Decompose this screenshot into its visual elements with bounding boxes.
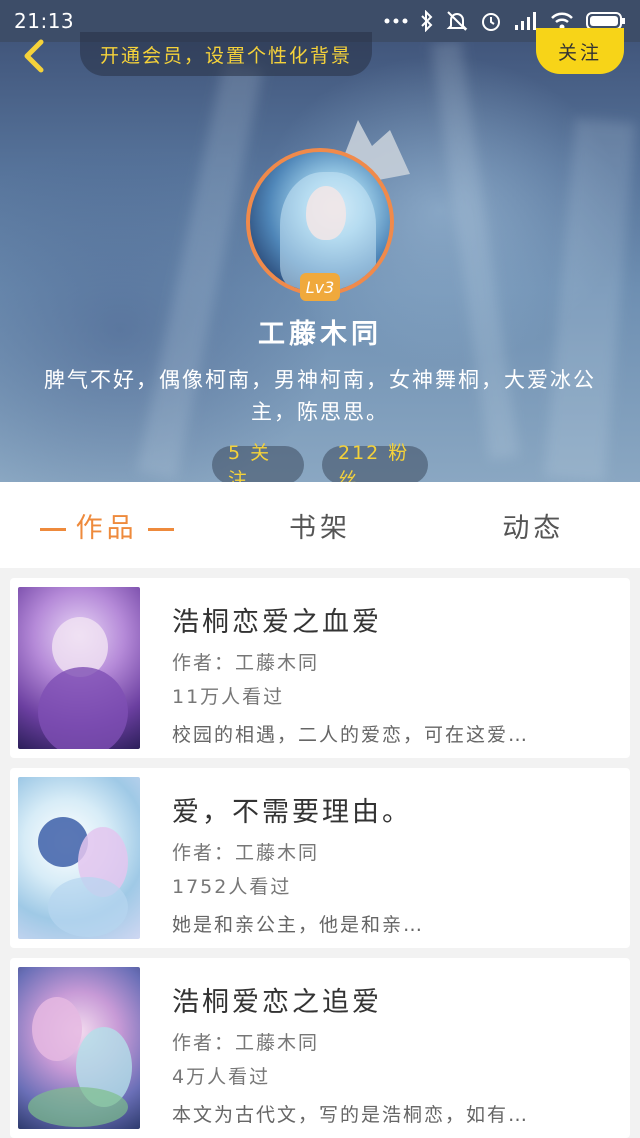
- tab-bookshelf-label: 书架: [288, 512, 351, 544]
- work-description: 本文为古代文，写的是浩桐恋，如有…: [172, 1104, 530, 1126]
- following-count-button[interactable]: 5 关注: [212, 442, 304, 482]
- work-cover-image: [18, 967, 140, 1129]
- alarm-icon: [482, 13, 500, 31]
- following-count: 5 关注: [228, 442, 272, 482]
- cover-figure-shape: [38, 667, 128, 749]
- work-views: 11万人看过: [172, 686, 285, 708]
- work-title: 爱，不需要理由。: [172, 797, 412, 828]
- cover-figure-shape: [28, 1087, 128, 1127]
- mute-icon: [446, 11, 468, 31]
- tab-bookshelf[interactable]: 书架: [213, 506, 426, 545]
- cover-figure-shape: [32, 997, 82, 1061]
- follow-button-label: 关注: [557, 41, 602, 64]
- back-button[interactable]: [14, 36, 54, 76]
- tab-works-label: 作品: [75, 512, 138, 544]
- back-arrow-icon: [24, 39, 44, 73]
- works-list: 浩桐恋爱之血爱 作者：工藤木同 11万人看过 校园的相遇，二人的爱恋，可在这爱……: [10, 578, 630, 1138]
- work-views: 1752人看过: [172, 876, 292, 898]
- work-cover-image: [18, 777, 140, 939]
- level-text: Lv3: [305, 277, 335, 297]
- work-author: 作者：工藤木同: [172, 652, 320, 674]
- work-description: 校园的相遇，二人的爱恋，可在这爱…: [172, 724, 530, 746]
- status-time: 21:13: [14, 9, 75, 33]
- work-author: 作者：工藤木同: [172, 842, 320, 864]
- work-views: 4万人看过: [172, 1066, 271, 1088]
- work-author: 作者：工藤木同: [172, 1032, 320, 1054]
- avatar-face-shape: [306, 186, 346, 240]
- active-tab-dash: [39, 527, 66, 531]
- tab-works[interactable]: 作品: [0, 506, 213, 545]
- work-item[interactable]: 浩桐爱恋之追爱 作者：工藤木同 4万人看过 本文为古代文，写的是浩桐恋，如有…: [10, 958, 630, 1138]
- followers-count-button[interactable]: 212 粉丝: [322, 442, 428, 482]
- work-item[interactable]: 浩桐恋爱之血爱 作者：工藤木同 11万人看过 校园的相遇，二人的爱恋，可在这爱…: [10, 578, 630, 758]
- cover-figure-shape: [48, 877, 128, 937]
- followers-count: 212 粉丝: [338, 442, 410, 482]
- level-badge: Lv3: [300, 273, 340, 301]
- active-tab-dash: [147, 527, 174, 531]
- follow-button[interactable]: 关注: [536, 28, 624, 74]
- user-name: 工藤木同: [258, 319, 382, 350]
- more-dots-icon: [384, 18, 408, 24]
- vip-prompt-text: 开通会员，设置个性化背景: [100, 44, 353, 67]
- work-description: 她是和亲公主，他是和亲…: [172, 914, 425, 936]
- work-title: 浩桐爱恋之追爱: [172, 987, 382, 1018]
- bluetooth-icon: [421, 10, 433, 32]
- work-cover-image: [18, 587, 140, 749]
- signal-icon: [515, 12, 536, 30]
- profile-header: 21:13 开通会员，设置个性化背景 关注 Lv3 工藤木同 脾气不好，偶像柯南…: [0, 0, 640, 482]
- user-bio: 脾气不好，偶像柯南，男神柯南，女神舞桐，大爱冰公主，陈思思。: [44, 368, 596, 424]
- work-item[interactable]: 爱，不需要理由。 作者：工藤木同 1752人看过 她是和亲公主，他是和亲…: [10, 768, 630, 948]
- work-title: 浩桐恋爱之血爱: [172, 607, 382, 638]
- profile-tabs: 作品 书架 动态: [0, 482, 640, 568]
- tab-activity[interactable]: 动态: [427, 506, 640, 545]
- tab-activity-label: 动态: [502, 512, 565, 544]
- vip-background-prompt[interactable]: 开通会员，设置个性化背景: [80, 32, 373, 76]
